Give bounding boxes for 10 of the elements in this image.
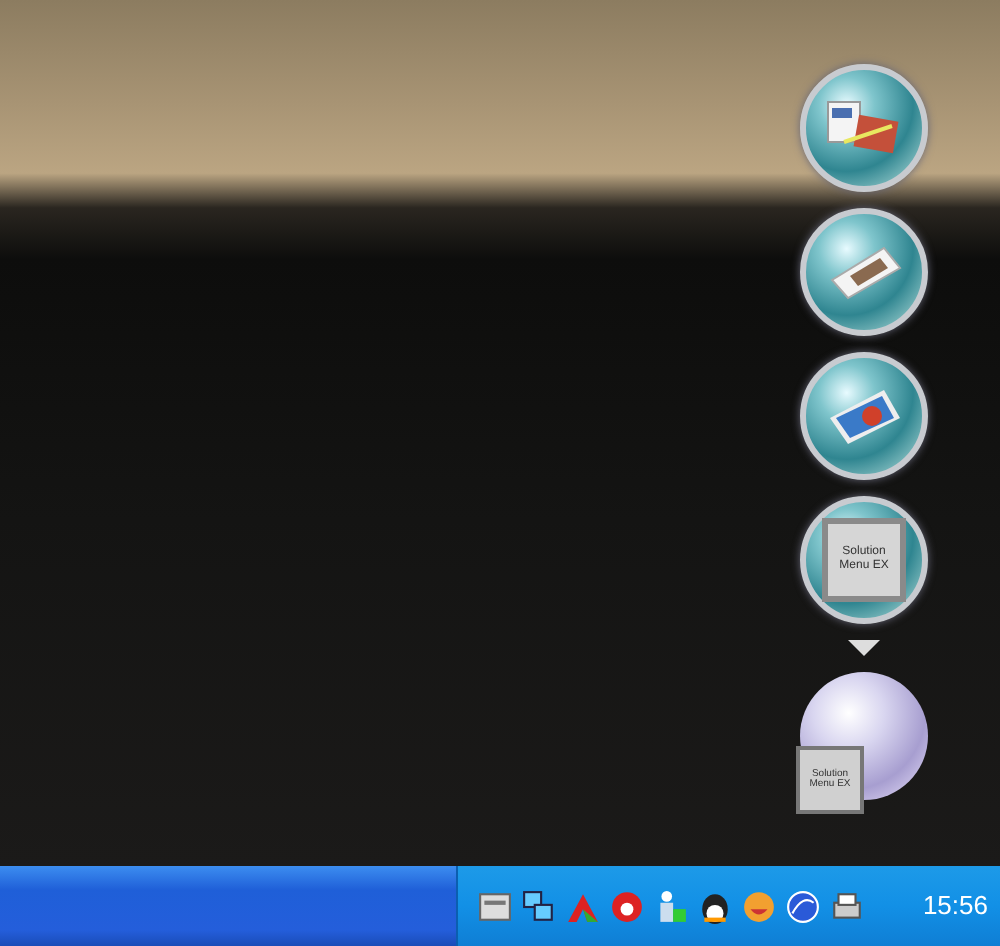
window-icon[interactable]	[478, 889, 512, 923]
clock: 15:56	[922, 888, 988, 925]
expand-arrow-icon[interactable]	[848, 640, 880, 656]
documents-icon	[824, 98, 904, 158]
photo-print-icon	[824, 386, 904, 446]
person-icon[interactable]	[654, 889, 688, 923]
penguin-icon[interactable]	[698, 889, 732, 923]
globe-icon[interactable]	[786, 889, 820, 923]
printer-icon[interactable]	[830, 889, 864, 923]
network-icon[interactable]	[522, 889, 556, 923]
